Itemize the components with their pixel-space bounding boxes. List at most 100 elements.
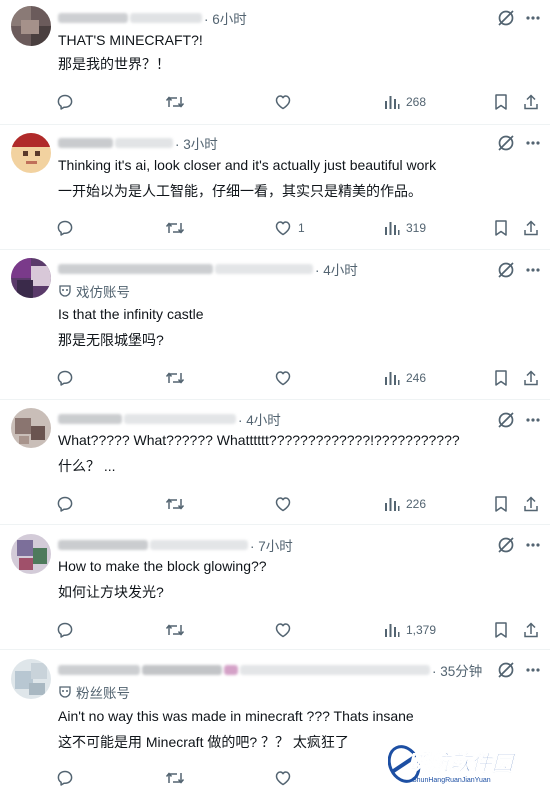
- reply-icon: [57, 496, 73, 512]
- bookmark-icon: [495, 496, 507, 512]
- avatar[interactable]: [11, 133, 51, 173]
- author-name-blurred[interactable]: [58, 138, 113, 148]
- views-button[interactable]: 319: [384, 218, 426, 238]
- reply-header: · 7小时: [58, 535, 293, 555]
- timestamp[interactable]: · 4小时: [238, 409, 281, 429]
- views-button[interactable]: 246: [384, 368, 426, 388]
- timestamp[interactable]: · 35分钟: [432, 660, 482, 680]
- timestamp[interactable]: · 6小时: [204, 8, 247, 28]
- author-handle-blurred[interactable]: [124, 414, 236, 424]
- reply-button[interactable]: [56, 92, 74, 112]
- parody-mask-icon: [59, 285, 71, 297]
- author-name-blurred-2[interactable]: [142, 665, 222, 675]
- reply-item[interactable]: · 4小时 戏仿账号 Is that the infinity castle 那…: [0, 250, 550, 400]
- reply-text-translation: 一开始以为是人工智能，仔细一看，其实只是精美的作品。: [58, 183, 422, 199]
- views-icon: [385, 624, 400, 637]
- reply-item[interactable]: · 6小时 THAT'S MINECRAFT?! 那是我的世界？！ 268: [0, 0, 550, 125]
- action-bar: 246: [0, 368, 550, 388]
- avatar[interactable]: [11, 258, 51, 298]
- author-handle-blurred[interactable]: [215, 264, 313, 274]
- views-button[interactable]: 268: [384, 92, 426, 112]
- author-handle-blurred[interactable]: [240, 665, 430, 675]
- repost-button[interactable]: [165, 620, 185, 640]
- grok-icon[interactable]: [496, 660, 516, 680]
- avatar[interactable]: [11, 408, 51, 448]
- share-button[interactable]: [522, 92, 540, 112]
- more-options-icon[interactable]: [523, 660, 543, 680]
- author-handle-blurred[interactable]: [130, 13, 202, 23]
- share-button[interactable]: [522, 620, 540, 640]
- like-button[interactable]: [274, 92, 298, 112]
- grok-icon[interactable]: [496, 8, 516, 28]
- reply-button[interactable]: [56, 768, 74, 788]
- share-button[interactable]: [522, 494, 540, 514]
- share-icon: [524, 94, 538, 110]
- author-emoji-blurred[interactable]: [224, 665, 238, 675]
- share-button[interactable]: [522, 368, 540, 388]
- repost-button[interactable]: [165, 218, 185, 238]
- more-options-icon[interactable]: [523, 535, 543, 555]
- like-button[interactable]: [274, 494, 298, 514]
- views-count: 319: [406, 221, 427, 235]
- author-name-blurred[interactable]: [58, 414, 122, 424]
- bookmark-button[interactable]: [493, 494, 509, 514]
- share-button[interactable]: [522, 218, 540, 238]
- bookmark-button[interactable]: [493, 368, 509, 388]
- bookmark-button[interactable]: [493, 620, 509, 640]
- reply-text-original: Ain't no way this was made in minecraft …: [58, 708, 414, 724]
- more-options-icon[interactable]: [523, 8, 543, 28]
- reply-button[interactable]: [56, 494, 74, 514]
- author-name-blurred[interactable]: [58, 264, 213, 274]
- more-options-icon[interactable]: [523, 133, 543, 153]
- bookmark-button[interactable]: [493, 218, 509, 238]
- grok-icon[interactable]: [496, 133, 516, 153]
- repost-button[interactable]: [165, 368, 185, 388]
- repost-button[interactable]: [165, 494, 185, 514]
- repost-button[interactable]: [165, 92, 185, 112]
- like-count: 1: [298, 221, 305, 235]
- more-options-icon[interactable]: [523, 410, 543, 430]
- share-icon: [524, 622, 538, 638]
- reply-icon: [57, 622, 73, 638]
- avatar[interactable]: [11, 6, 51, 46]
- repost-button[interactable]: [165, 768, 185, 788]
- bookmark-button[interactable]: [493, 92, 509, 112]
- more-options-icon[interactable]: [523, 260, 543, 280]
- timestamp[interactable]: · 4小时: [315, 259, 358, 279]
- like-button[interactable]: [274, 768, 298, 788]
- avatar[interactable]: [11, 659, 51, 699]
- views-button[interactable]: 1,379: [384, 620, 436, 640]
- views-icon: [385, 96, 400, 109]
- like-button[interactable]: [274, 620, 298, 640]
- reply-button[interactable]: [56, 218, 74, 238]
- author-name-blurred[interactable]: [58, 665, 140, 675]
- grok-icon[interactable]: [496, 535, 516, 555]
- timestamp[interactable]: · 7小时: [250, 535, 293, 555]
- views-icon: [385, 372, 400, 385]
- account-label-text: 戏仿账号: [76, 285, 130, 300]
- author-handle-blurred[interactable]: [115, 138, 173, 148]
- timestamp[interactable]: · 3小时: [175, 133, 218, 153]
- site-watermark: 瞬航软件园 ShunHangRuanJianYuan: [387, 742, 522, 788]
- reply-button[interactable]: [56, 368, 74, 388]
- like-button[interactable]: [274, 368, 298, 388]
- views-icon: [385, 498, 400, 511]
- reply-button[interactable]: [56, 620, 74, 640]
- reply-item[interactable]: · 4小时 What????? What?????? Whatttttt????…: [0, 400, 550, 525]
- views-icon: [385, 222, 400, 235]
- action-bar: 268: [0, 92, 550, 112]
- avatar[interactable]: [11, 534, 51, 574]
- repost-icon: [165, 772, 185, 784]
- like-button[interactable]: 1: [274, 218, 305, 238]
- author-name-blurred[interactable]: [58, 540, 148, 550]
- reply-item[interactable]: · 7小时 How to make the block glowing?? 如何…: [0, 525, 550, 650]
- views-button[interactable]: 226: [384, 494, 426, 514]
- grok-icon[interactable]: [496, 410, 516, 430]
- share-icon: [524, 496, 538, 512]
- author-handle-blurred[interactable]: [150, 540, 248, 550]
- grok-icon[interactable]: [496, 260, 516, 280]
- parody-mask-icon: [59, 686, 71, 698]
- reply-icon: [57, 370, 73, 386]
- author-name-blurred[interactable]: [58, 13, 128, 23]
- reply-item[interactable]: · 3小时 Thinking it's ai, look closer and …: [0, 125, 550, 250]
